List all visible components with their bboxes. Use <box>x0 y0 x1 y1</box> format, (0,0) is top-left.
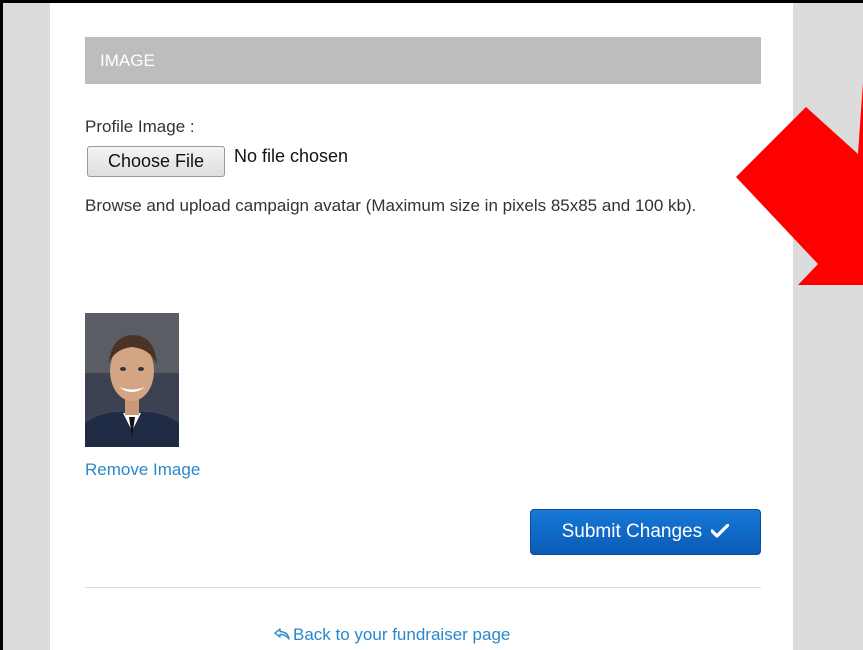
checkmark-icon <box>710 523 730 538</box>
section-header: IMAGE <box>85 37 761 84</box>
back-to-fundraiser-link[interactable]: Back to your fundraiser page <box>273 625 510 645</box>
upload-help-text: Browse and upload campaign avatar (Maxim… <box>85 196 697 215</box>
section-title: IMAGE <box>100 51 155 70</box>
left-gutter <box>3 3 50 650</box>
choose-file-button[interactable]: Choose File <box>87 146 225 177</box>
share-arrow-icon <box>274 628 290 640</box>
submit-changes-button[interactable]: Submit Changes <box>530 509 761 555</box>
avatar-portrait <box>85 313 179 447</box>
no-file-chosen-text: No file chosen <box>234 146 349 166</box>
image-settings-panel: IMAGE Profile Image : Choose File No fil… <box>50 3 793 650</box>
red-annotation-arrow <box>736 82 863 285</box>
profile-avatar-image <box>85 313 179 447</box>
profile-image-label: Profile Image : <box>85 117 195 136</box>
submit-changes-label: Submit Changes <box>561 521 703 542</box>
remove-image-link[interactable]: Remove Image <box>85 460 200 480</box>
section-divider <box>85 587 761 588</box>
back-link-label: Back to your fundraiser page <box>293 625 511 644</box>
